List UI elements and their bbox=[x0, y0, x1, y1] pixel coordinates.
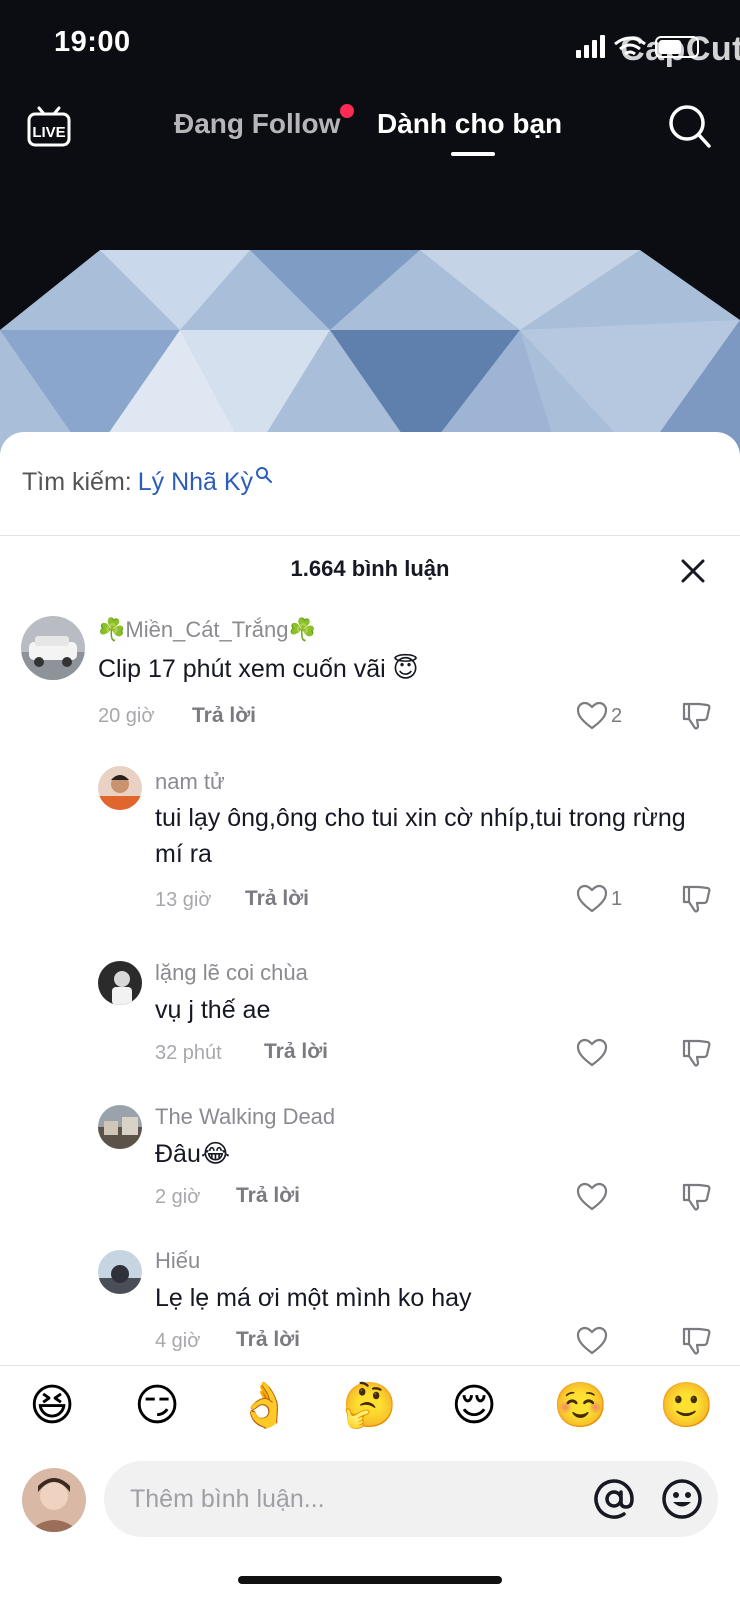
divider bbox=[0, 1365, 740, 1366]
home-indicator bbox=[238, 1576, 502, 1584]
live-tv-icon[interactable]: LIVE bbox=[26, 104, 72, 148]
comment-username[interactable]: Hiếu bbox=[155, 1248, 200, 1274]
comment-composer bbox=[0, 1460, 740, 1540]
emoji-button[interactable]: 😆 bbox=[26, 1380, 78, 1432]
emoji-button[interactable]: 😌 bbox=[448, 1380, 500, 1432]
comment-item: Hiếu Lẹ lẹ má ơi một mình ko hay 4 giờ T… bbox=[0, 1246, 740, 1364]
signal-icon bbox=[576, 35, 605, 58]
avatar[interactable] bbox=[98, 766, 142, 810]
active-tab-indicator bbox=[451, 152, 495, 156]
comment-text: Lẹ lẹ má ơi một mình ko hay bbox=[155, 1284, 472, 1312]
dislike-icon[interactable] bbox=[680, 1180, 712, 1212]
avatar bbox=[22, 1468, 86, 1532]
comment-time: 4 giờ bbox=[155, 1330, 201, 1352]
heart-icon[interactable] bbox=[576, 701, 608, 731]
reply-button[interactable]: Trả lời bbox=[264, 1040, 328, 1064]
svg-text:LIVE: LIVE bbox=[32, 124, 65, 141]
comment-item: The Walking Dead Đâu😂 2 giờ Trả lời bbox=[0, 1102, 740, 1212]
avatar[interactable] bbox=[98, 1105, 142, 1149]
comment-username[interactable]: ☘️Miền_Cát_Trắng☘️ bbox=[98, 617, 316, 643]
dislike-icon[interactable] bbox=[680, 1036, 712, 1068]
video-player[interactable]: 19:00 CapCut LIVE Đang Follow Dành cho b… bbox=[0, 0, 740, 460]
comment-input[interactable] bbox=[130, 1479, 550, 1519]
comment-item: lặng lẽ coi chùa vụ j thế ae 32 phút Trả… bbox=[0, 957, 740, 1067]
comment-text: Đâu😂 bbox=[155, 1140, 231, 1168]
close-icon[interactable] bbox=[680, 558, 706, 584]
reply-button[interactable]: Trả lời bbox=[245, 887, 309, 911]
emoji-picker-icon[interactable] bbox=[660, 1477, 704, 1521]
comment-text: vụ j thế ae bbox=[155, 996, 271, 1024]
comment-time: 13 giờ bbox=[155, 889, 212, 911]
comment-text: tui lạy ông,ông cho tui xin cờ nhíp,tui … bbox=[155, 804, 686, 868]
heart-icon[interactable] bbox=[576, 1326, 608, 1356]
emoji-button[interactable]: 🙂 bbox=[659, 1380, 714, 1432]
search-suggestion[interactable]: Tìm kiếm: Lý Nhã Kỳ bbox=[22, 467, 273, 497]
reply-button[interactable]: Trả lời bbox=[192, 704, 256, 728]
quick-emoji-bar: 😆 😏 👌 🤔 😌 ☺️ 🙂 bbox=[0, 1380, 740, 1440]
status-time: 19:00 bbox=[54, 26, 131, 58]
search-icon[interactable] bbox=[668, 104, 712, 150]
dislike-icon[interactable] bbox=[680, 1324, 712, 1356]
comment-text: Clip 17 phút xem cuốn vãi 😇 bbox=[98, 655, 419, 683]
dislike-icon[interactable] bbox=[680, 699, 712, 731]
like-count: 2 bbox=[611, 705, 623, 727]
comment-username[interactable]: nam tử bbox=[155, 769, 225, 795]
reply-button[interactable]: Trả lời bbox=[236, 1328, 300, 1352]
comment-time: 20 giờ bbox=[98, 705, 155, 727]
notification-dot bbox=[340, 104, 354, 118]
like-count: 1 bbox=[611, 888, 623, 910]
emoji-button[interactable]: 👌 bbox=[237, 1380, 292, 1432]
mention-icon[interactable] bbox=[592, 1477, 636, 1521]
comment-username[interactable]: lặng lẽ coi chùa bbox=[155, 960, 308, 986]
capcut-watermark: CapCut bbox=[620, 30, 740, 68]
emoji-button[interactable]: 🤔 bbox=[342, 1380, 397, 1432]
divider bbox=[0, 535, 740, 536]
search-prefix: Tìm kiếm: bbox=[22, 468, 132, 496]
comment-time: 2 giờ bbox=[155, 1186, 201, 1208]
tab-following[interactable]: Đang Follow bbox=[174, 108, 340, 140]
reply-button[interactable]: Trả lời bbox=[236, 1184, 300, 1208]
emoji-button[interactable]: 😏 bbox=[131, 1380, 183, 1432]
heart-icon[interactable] bbox=[576, 884, 608, 914]
comments-count-title: 1.664 bình luận bbox=[290, 556, 450, 581]
status-bar: 19:00 CapCut bbox=[0, 0, 740, 95]
dislike-icon[interactable] bbox=[680, 882, 712, 914]
comment-item: ☘️Miền_Cát_Trắng☘️ Clip 17 phút xem cuốn… bbox=[0, 615, 740, 745]
tab-for-you[interactable]: Dành cho bạn bbox=[377, 108, 562, 140]
comment-input-container[interactable] bbox=[104, 1461, 718, 1537]
avatar[interactable] bbox=[98, 961, 142, 1005]
top-navigation: LIVE Đang Follow Dành cho bạn bbox=[0, 100, 740, 160]
search-keyword[interactable]: Lý Nhã Kỳ bbox=[138, 468, 253, 496]
avatar[interactable] bbox=[21, 616, 85, 680]
search-icon bbox=[256, 467, 273, 483]
comment-username[interactable]: The Walking Dead bbox=[155, 1104, 335, 1130]
comment-time: 32 phút bbox=[155, 1042, 222, 1064]
comment-item: nam tử tui lạy ông,ông cho tui xin cờ nh… bbox=[0, 765, 740, 925]
heart-icon[interactable] bbox=[576, 1038, 608, 1068]
heart-icon[interactable] bbox=[576, 1182, 608, 1212]
emoji-button[interactable]: ☺️ bbox=[553, 1380, 608, 1432]
avatar[interactable] bbox=[98, 1250, 142, 1294]
